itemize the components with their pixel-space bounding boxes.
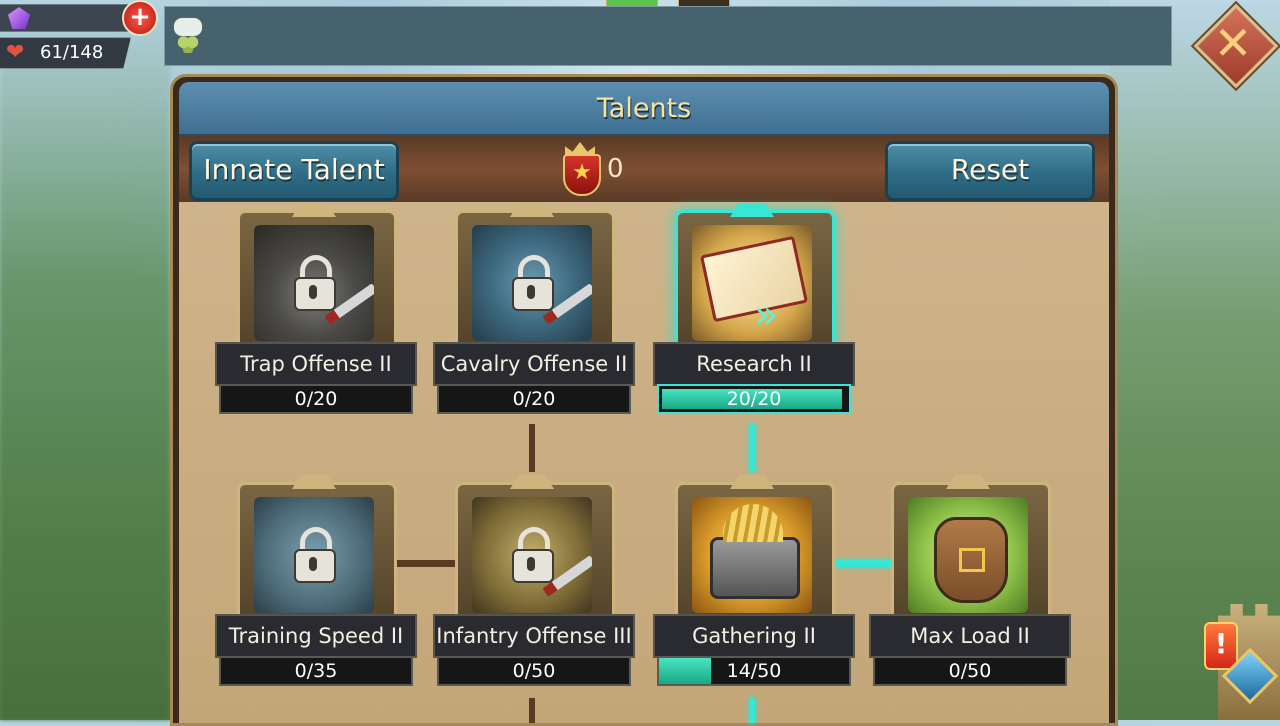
connector-cavalry-infantry	[529, 424, 535, 472]
research-book-icon: »	[692, 225, 812, 341]
chat-bar[interactable]	[164, 6, 1172, 66]
talent-points-value: 0	[607, 154, 624, 184]
lock-icon	[294, 255, 336, 311]
talent-gathering-ii[interactable]: Gathering II 14/50	[653, 474, 855, 696]
talent-progress-value: 0/50	[948, 660, 992, 682]
gem-icon	[8, 7, 30, 29]
talent-progress-bar: 0/35	[219, 656, 413, 686]
talent-training-speed-ii[interactable]: Training Speed II 0/35	[215, 474, 417, 696]
talent-progress-value: 0/35	[294, 660, 338, 682]
talent-progress-bar: 0/50	[437, 656, 631, 686]
talent-progress-value: 0/20	[512, 388, 556, 410]
reset-button[interactable]: Reset	[885, 141, 1095, 201]
talent-name: Infantry Offense III	[433, 614, 635, 658]
talent-header-row: Innate Talent ★ 0 Reset	[179, 136, 1109, 202]
talent-progress-value: 0/20	[294, 388, 338, 410]
gathering-cart-icon	[692, 497, 812, 613]
talent-progress-bar: 20/20	[657, 384, 851, 414]
lock-icon	[294, 527, 336, 583]
talents-panel: Talents Innate Talent ★ 0 Reset Trap Off…	[170, 74, 1118, 726]
talent-max-load-ii[interactable]: Max Load II 0/50	[869, 474, 1071, 696]
talent-progress-value: 14/50	[726, 660, 782, 682]
talent-research-ii[interactable]: » Research II 20/20	[653, 202, 855, 424]
quest-tower-button[interactable]: !	[1184, 604, 1280, 720]
close-button[interactable]: ✕	[1193, 3, 1279, 89]
talent-name: Trap Offense II	[215, 342, 417, 386]
connector-research-gathering	[749, 424, 755, 472]
talent-points-icon: ★	[559, 142, 601, 196]
training-dummy-icon	[254, 497, 374, 613]
trap-icon	[254, 225, 374, 341]
close-icon: ✕	[1213, 16, 1253, 70]
talent-cavalry-offense-ii[interactable]: Cavalry Offense II 0/20	[433, 202, 635, 424]
background-left	[0, 0, 170, 720]
talent-progress-bar: 0/20	[219, 384, 413, 414]
chat-icon[interactable]	[171, 17, 205, 53]
talent-infantry-offense-iii[interactable]: Infantry Offense III 0/50	[433, 474, 635, 696]
cavalry-icon	[472, 225, 592, 341]
page-title: Talents	[596, 93, 692, 124]
talent-name: Gathering II	[653, 614, 855, 658]
talent-progress-bar: 0/20	[437, 384, 631, 414]
health-counter: ❤ 61/148	[0, 37, 131, 69]
talent-name: Cavalry Offense II	[433, 342, 635, 386]
backpack-icon	[908, 497, 1028, 613]
talent-progress-bar: 14/50	[657, 656, 851, 686]
talent-name: Max Load II	[869, 614, 1071, 658]
heart-icon: ❤	[6, 40, 25, 65]
talent-tree: Trap Offense II 0/20 Cavalry Offense II …	[179, 202, 1109, 723]
connector-gathering-below	[749, 698, 755, 723]
add-gems-button[interactable]: +	[122, 0, 158, 36]
alert-icon: !	[1204, 622, 1238, 670]
talent-name: Research II	[653, 342, 855, 386]
talent-name: Training Speed II	[215, 614, 417, 658]
talent-trap-offense-ii[interactable]: Trap Offense II 0/20	[215, 202, 417, 424]
infantry-icon	[472, 497, 592, 613]
innate-talent-button[interactable]: Innate Talent	[189, 141, 399, 201]
lock-icon	[512, 527, 554, 583]
connector-infantry-below	[529, 698, 535, 723]
health-value: 61/148	[40, 42, 104, 63]
lock-icon	[512, 255, 554, 311]
talent-progress-bar: 0/50	[873, 656, 1067, 686]
talent-progress-value: 0/50	[512, 660, 556, 682]
talent-progress-value: 20/20	[726, 388, 782, 410]
panel-title-bar: Talents	[179, 82, 1109, 136]
